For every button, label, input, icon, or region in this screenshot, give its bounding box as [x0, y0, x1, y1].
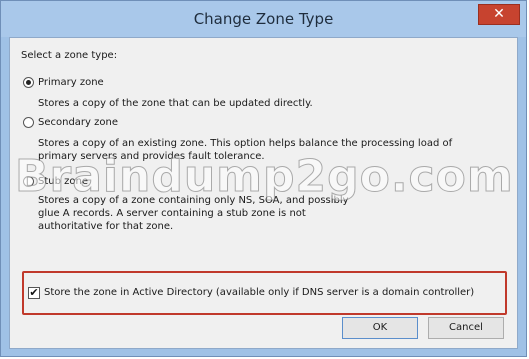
secondary-zone-label[interactable]: Secondary zone: [38, 116, 118, 129]
title-bar: Change Zone Type ✕: [1, 1, 526, 37]
secondary-zone-radio[interactable]: [23, 117, 34, 128]
change-zone-type-dialog: Change Zone Type ✕ Select a zone type: P…: [0, 0, 527, 357]
close-icon: ✕: [493, 6, 505, 22]
primary-zone-description: Stores a copy of the zone that can be up…: [38, 98, 313, 109]
checkmark-icon: ✔: [29, 286, 39, 299]
watermark: Braindump2go.com: [15, 151, 514, 203]
stub-zone-description-line-2: glue A records. A server containing a st…: [38, 208, 306, 219]
primary-zone-label[interactable]: Primary zone: [38, 76, 104, 89]
cancel-button[interactable]: Cancel: [428, 317, 504, 339]
primary-zone-radio[interactable]: [23, 77, 34, 88]
close-button[interactable]: ✕: [478, 4, 520, 25]
window-title: Change Zone Type: [193, 10, 334, 28]
zone-type-prompt: Select a zone type:: [21, 50, 118, 61]
stub-zone-description-line-3: authoritative for that zone.: [38, 221, 174, 232]
ok-button[interactable]: OK: [342, 317, 418, 339]
secondary-zone-description-line-1: Stores a copy of an existing zone. This …: [38, 138, 453, 149]
store-in-ad-label[interactable]: Store the zone in Active Directory (avai…: [44, 286, 474, 299]
store-in-ad-checkbox[interactable]: ✔: [28, 287, 40, 299]
